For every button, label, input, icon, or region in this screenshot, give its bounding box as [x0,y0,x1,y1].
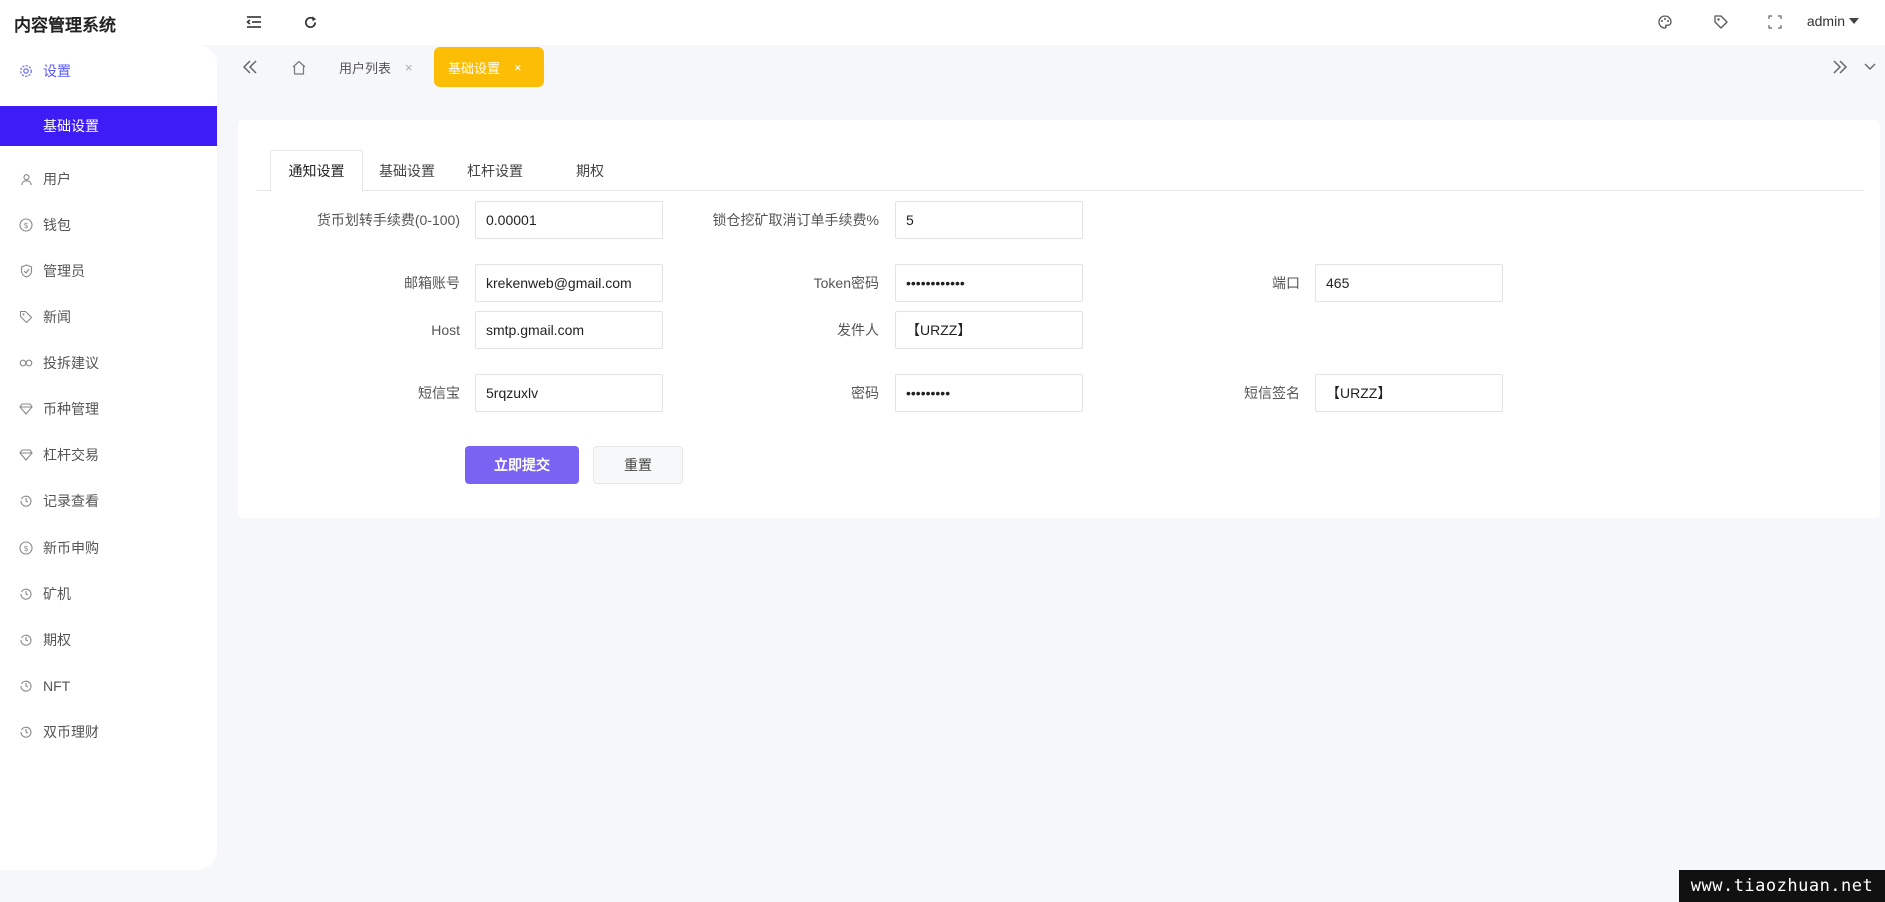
history-icon [19,725,33,739]
tab-leverage-settings[interactable]: 杠杆设置 [451,150,539,191]
sidebar-item-label: 杠杆交易 [43,447,99,463]
email-account-label: 邮箱账号 [404,275,460,291]
dollar-circle-icon: $ [19,218,33,232]
shield-icon [19,264,33,278]
port-input[interactable] [1315,264,1503,302]
form-tabs: 通知设置 基础设置 杠杆设置 期权 [256,150,1864,192]
sidebar-item-options[interactable]: 期权 [0,619,217,661]
double-chevron-right-icon[interactable] [1828,55,1852,79]
reset-button[interactable]: 重置 [593,446,683,484]
sidebar-item-leverage[interactable]: 杠杆交易 [0,434,217,476]
lock-cancel-fee-label: 锁仓挖矿取消订单手续费% [712,212,879,228]
menu-fold-icon[interactable] [244,12,264,32]
sender-label: 发件人 [837,322,879,338]
sms-account-input[interactable] [475,374,663,412]
lock-cancel-fee-input[interactable] [895,201,1083,239]
close-icon[interactable]: × [514,60,522,75]
sidebar-item-label: 新币申购 [43,540,99,556]
app-title: 内容管理系统 [14,16,116,35]
tag-icon[interactable] [1711,12,1731,32]
sidebar-item-currency[interactable]: 币种管理 [0,388,217,430]
history-icon [19,494,33,508]
sidebar-item-label: NFT [43,678,71,694]
user-menu[interactable]: admin [1807,13,1859,29]
tab-notification-settings[interactable]: 通知设置 [270,150,363,192]
sidebar-item-new-coin[interactable]: $ 新币申购 [0,527,217,569]
sidebar-item-dual-coin[interactable]: 双币理财 [0,711,217,753]
sidebar-subitem-label: 基础设置 [43,118,99,134]
sidebar-item-news[interactable]: 新闻 [0,296,217,338]
fullscreen-icon[interactable] [1765,12,1785,32]
sidebar-item-settings[interactable]: 设置 [0,50,217,92]
refresh-icon[interactable] [300,12,320,32]
sidebar-subitem-basic-settings[interactable]: 基础设置 [0,106,217,146]
sidebar-item-feedback[interactable]: 投拆建议 [0,342,217,384]
sms-signature-input[interactable] [1315,374,1503,412]
sms-password-label: 密码 [851,385,879,401]
user-name: admin [1806,13,1845,29]
home-icon[interactable] [287,55,311,79]
sidebar: 设置 基础设置 用户 $ 钱包 管理员 新闻 投拆建议 币种管理 杠杆交易 记录… [0,45,217,870]
tab-label: 基础设置 [448,60,501,76]
dollar-circle-icon: $ [19,541,33,555]
sidebar-item-label: 期权 [43,632,71,648]
host-input[interactable] [475,311,663,349]
tab-basic-settings[interactable]: 基础设置 × [434,47,544,87]
sidebar-item-label: 矿机 [43,586,71,602]
chevron-down-icon [1849,18,1859,24]
sms-account-label: 短信宝 [418,385,460,401]
submit-button[interactable]: 立即提交 [465,446,579,484]
sidebar-item-nft[interactable]: NFT [0,665,217,707]
sidebar-item-admins[interactable]: 管理员 [0,250,217,292]
sidebar-item-users[interactable]: 用户 [0,158,217,200]
sidebar-item-records[interactable]: 记录查看 [0,480,217,522]
sms-signature-label: 短信签名 [1244,385,1300,401]
tab-label: 用户列表 [339,60,392,76]
sidebar-item-label: 钱包 [43,217,71,233]
transfer-fee-input[interactable] [475,201,663,239]
sender-input[interactable] [895,311,1083,349]
transfer-fee-label: 货币划转手续费(0-100) [316,212,460,228]
sidebar-item-wallet[interactable]: $ 钱包 [0,204,217,246]
sidebar-item-label: 投拆建议 [43,355,99,371]
sidebar-item-label: 双币理财 [43,724,99,740]
user-icon [19,172,33,186]
host-label: Host [431,322,460,338]
gear-icon [19,64,33,78]
sidebar-item-label: 设置 [43,63,71,79]
token-password-label: Token密码 [813,275,879,291]
sms-password-input[interactable] [895,374,1083,412]
chevron-down-icon[interactable] [1861,55,1879,79]
history-icon [19,679,33,693]
sidebar-item-label: 用户 [43,171,71,187]
email-account-input[interactable] [475,264,663,302]
close-icon[interactable]: × [405,60,413,75]
watermark: www.tiaozhuan.net [1679,870,1885,902]
tab-user-list[interactable]: 用户列表 × [325,47,427,87]
history-icon [19,633,33,647]
sidebar-item-label: 新闻 [43,309,71,325]
tag-icon [19,310,33,324]
svg-text:$: $ [23,221,28,230]
theme-palette-icon[interactable] [1655,12,1675,32]
tab-basic-settings-form[interactable]: 基础设置 [363,150,451,191]
link-icon [19,356,33,370]
page-tabs-bar: 用户列表 × 基础设置 × [217,45,1885,90]
diamond-icon [19,402,33,416]
history-icon [19,587,33,601]
tab-options[interactable]: 期权 [546,150,634,191]
sidebar-item-label: 币种管理 [43,401,99,417]
diamond-icon [19,448,33,462]
sidebar-item-miner[interactable]: 矿机 [0,573,217,615]
sidebar-item-label: 记录查看 [43,493,99,509]
double-chevron-left-icon[interactable] [238,55,262,79]
top-header: 内容管理系统 admin [0,0,1885,45]
settings-card: 通知设置 基础设置 杠杆设置 期权 货币划转手续费(0-100) 锁仓挖矿取消订… [238,120,1880,518]
port-label: 端口 [1272,275,1300,291]
svg-text:$: $ [23,544,28,553]
sidebar-item-label: 管理员 [43,263,85,279]
token-password-input[interactable] [895,264,1083,302]
